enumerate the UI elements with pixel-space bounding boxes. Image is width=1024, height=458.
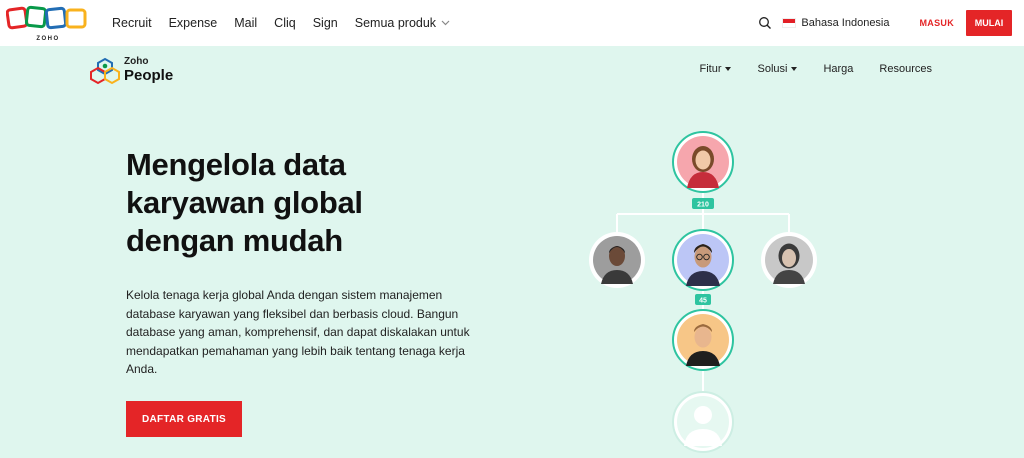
top-nav-mail[interactable]: Mail	[234, 16, 257, 30]
count-badge-middle: 45	[695, 294, 711, 305]
avatar-employee-right	[761, 232, 817, 288]
count-badge-top: 210	[692, 198, 714, 209]
nav-resources[interactable]: Resources	[879, 63, 932, 75]
top-product-nav: Recruit Expense Mail Cliq Sign Semua pro…	[112, 0, 467, 46]
nav-features-label: Fitur	[699, 63, 722, 75]
zoho-logo[interactable]: ZOHO	[6, 5, 90, 43]
indonesia-flag-icon	[782, 18, 797, 28]
nav-features[interactable]: Fitur	[699, 63, 732, 75]
top-nav-expense[interactable]: Expense	[169, 16, 218, 30]
avatar-placeholder	[672, 391, 734, 453]
avatar-employee-bottom	[672, 309, 734, 371]
top-nav-cliq[interactable]: Cliq	[274, 16, 296, 30]
count-badge-middle-text: 45	[699, 298, 707, 305]
avatar-manager-top	[672, 131, 734, 193]
hero-description: Kelola tenaga kerja global Anda dengan s…	[126, 288, 470, 376]
nav-resources-label: Resources	[879, 63, 932, 75]
language-selector[interactable]: Bahasa Indonesia	[782, 17, 890, 29]
zoho-people-logo-icon	[90, 57, 120, 85]
caret-down-icon	[791, 67, 798, 71]
hero-section: Zoho People Fitur Solusi Harga Resources…	[0, 46, 1024, 458]
signup-button[interactable]: MULAI	[966, 10, 1012, 36]
count-badge-top-text: 210	[697, 202, 709, 209]
zoho-people-logo[interactable]: Zoho People	[90, 55, 173, 85]
free-signup-button[interactable]: DAFTAR GRATIS	[126, 401, 242, 437]
language-label: Bahasa Indonesia	[801, 17, 890, 29]
all-products-dropdown[interactable]: Semua produk	[355, 16, 450, 30]
product-nav: Fitur Solusi Harga Resources	[673, 63, 932, 75]
hero-title: Mengelola data karyawan global dengan mu…	[126, 147, 363, 258]
zoho-logo-text: ZOHO	[36, 36, 59, 42]
nav-pricing-label: Harga	[823, 63, 854, 75]
caret-down-icon	[725, 67, 732, 71]
org-chart-illustration: 210 45	[580, 126, 830, 458]
all-products-label: Semua produk	[354, 16, 437, 30]
avatar-employee-left	[589, 232, 645, 288]
top-nav-recruit[interactable]: Recruit	[112, 16, 152, 30]
nav-solutions[interactable]: Solusi	[757, 63, 798, 75]
product-brand: Zoho	[124, 56, 149, 67]
nav-pricing[interactable]: Harga	[823, 63, 853, 75]
product-name: People	[124, 67, 174, 84]
avatar-employee-center	[672, 229, 734, 291]
nav-solutions-label: Solusi	[757, 63, 788, 75]
chevron-down-icon	[441, 20, 450, 26]
top-actions: Bahasa Indonesia MASUK MULAI	[758, 0, 1024, 46]
top-nav-sign[interactable]: Sign	[313, 16, 338, 30]
search-icon[interactable]	[758, 16, 772, 30]
top-bar: ZOHO Recruit Expense Mail Cliq Sign Semu…	[0, 0, 1024, 46]
signin-link[interactable]: MASUK	[920, 18, 955, 28]
